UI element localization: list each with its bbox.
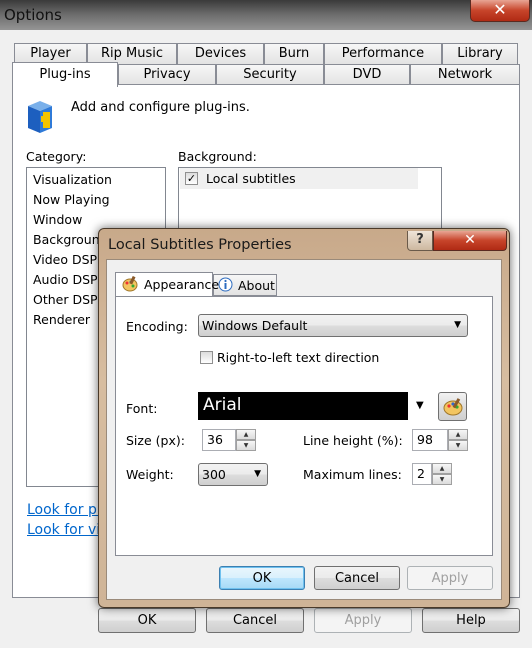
tab-library[interactable]: Library <box>442 43 518 65</box>
tab-appearance-label: Appearance <box>144 277 220 292</box>
font-color-button[interactable] <box>438 392 467 421</box>
local-subtitles-checkbox[interactable]: ✓ <box>185 172 198 185</box>
category-item[interactable]: Audio DSP <box>33 272 98 287</box>
dialog-cancel-button[interactable]: Cancel <box>314 566 400 590</box>
apply-button[interactable]: Apply <box>314 608 412 633</box>
encoding-select[interactable]: Windows Default ▼ <box>198 314 468 337</box>
category-item-selected[interactable]: Background <box>33 232 108 247</box>
category-item[interactable]: Window <box>33 212 82 227</box>
appearance-icon <box>122 275 138 298</box>
look-for-plugins-link[interactable]: Look for pl <box>27 502 101 518</box>
tab-security[interactable]: Security <box>216 64 324 86</box>
dialog-ok-button[interactable]: OK <box>219 566 305 590</box>
category-label: Category: <box>26 149 87 164</box>
cancel-button[interactable]: Cancel <box>206 608 304 633</box>
rtl-checkbox[interactable] <box>200 351 213 364</box>
size-input[interactable]: 36 <box>202 429 236 451</box>
line-height-input[interactable]: 98 <box>412 429 448 451</box>
encoding-value: Windows Default <box>202 318 308 333</box>
font-dropdown-arrow-icon[interactable]: ▼ <box>416 400 424 411</box>
font-combo[interactable]: Arial <box>198 392 408 420</box>
size-label: Size (px): <box>126 433 185 448</box>
category-item[interactable]: Now Playing <box>33 192 110 207</box>
ok-button[interactable]: OK <box>98 608 196 633</box>
plugin-icon <box>22 100 60 134</box>
local-subtitles-label: Local subtitles <box>206 171 296 186</box>
tab-burn[interactable]: Burn <box>264 43 324 65</box>
tab-about-label: About <box>238 278 275 293</box>
chevron-down-icon: ▼ <box>254 469 261 479</box>
background-item-local-subtitles[interactable]: ✓ Local subtitles <box>180 168 418 189</box>
tab-about[interactable]: About <box>213 274 277 296</box>
size-spinner[interactable]: ▲ ▼ <box>236 429 256 451</box>
tab-network[interactable]: Network <box>410 64 520 86</box>
weight-select[interactable]: 300 ▼ <box>198 463 268 486</box>
tab-appearance[interactable]: Appearance <box>115 272 219 298</box>
dialog-help-button[interactable]: ? <box>407 231 433 251</box>
category-item[interactable]: Video DSP <box>33 252 97 267</box>
subtitles-properties-dialog: Local Subtitles Properties ? ✕ Appearanc… <box>98 228 510 608</box>
line-height-label: Line height (%): <box>303 433 403 448</box>
tab-privacy[interactable]: Privacy <box>118 64 216 86</box>
category-item[interactable]: Other DSP <box>33 292 98 307</box>
window-title: Options <box>4 6 62 24</box>
weight-label: Weight: <box>126 467 174 482</box>
max-lines-input[interactable]: 2 <box>412 463 432 485</box>
chevron-down-icon: ▼ <box>454 320 461 330</box>
help-button[interactable]: Help <box>422 608 520 633</box>
max-lines-spinner[interactable]: ▲ ▼ <box>432 463 452 485</box>
rtl-label: Right-to-left text direction <box>217 350 380 365</box>
dialog-apply-button[interactable]: Apply <box>407 566 493 590</box>
dialog-close-button[interactable]: ✕ <box>433 231 507 251</box>
category-item[interactable]: Renderer <box>33 312 90 327</box>
look-for-visualizations-link[interactable]: Look for vi <box>27 522 100 538</box>
font-label: Font: <box>126 401 158 416</box>
weight-value: 300 <box>202 467 226 482</box>
max-lines-label: Maximum lines: <box>303 467 402 482</box>
plugins-description: Add and configure plug-ins. <box>71 100 250 115</box>
background-label: Background: <box>178 149 257 164</box>
info-icon <box>218 277 233 298</box>
tab-devices[interactable]: Devices <box>177 43 264 65</box>
tab-plug-ins[interactable]: Plug-ins <box>12 62 118 87</box>
palette-icon <box>443 398 463 419</box>
appearance-panel: Encoding: Windows Default ▼ Right-to-lef… <box>115 296 493 556</box>
encoding-label: Encoding: <box>126 319 188 334</box>
window-close-button[interactable]: ✕ <box>470 0 530 22</box>
line-height-spinner[interactable]: ▲ ▼ <box>448 429 468 451</box>
dialog-client-area: Appearance About Encoding: Windows Defau… <box>106 259 502 600</box>
category-item[interactable]: Visualization <box>33 172 112 187</box>
dialog-title: Local Subtitles Properties <box>108 237 292 253</box>
tab-performance[interactable]: Performance <box>324 43 442 65</box>
tab-dvd[interactable]: DVD <box>324 64 410 86</box>
